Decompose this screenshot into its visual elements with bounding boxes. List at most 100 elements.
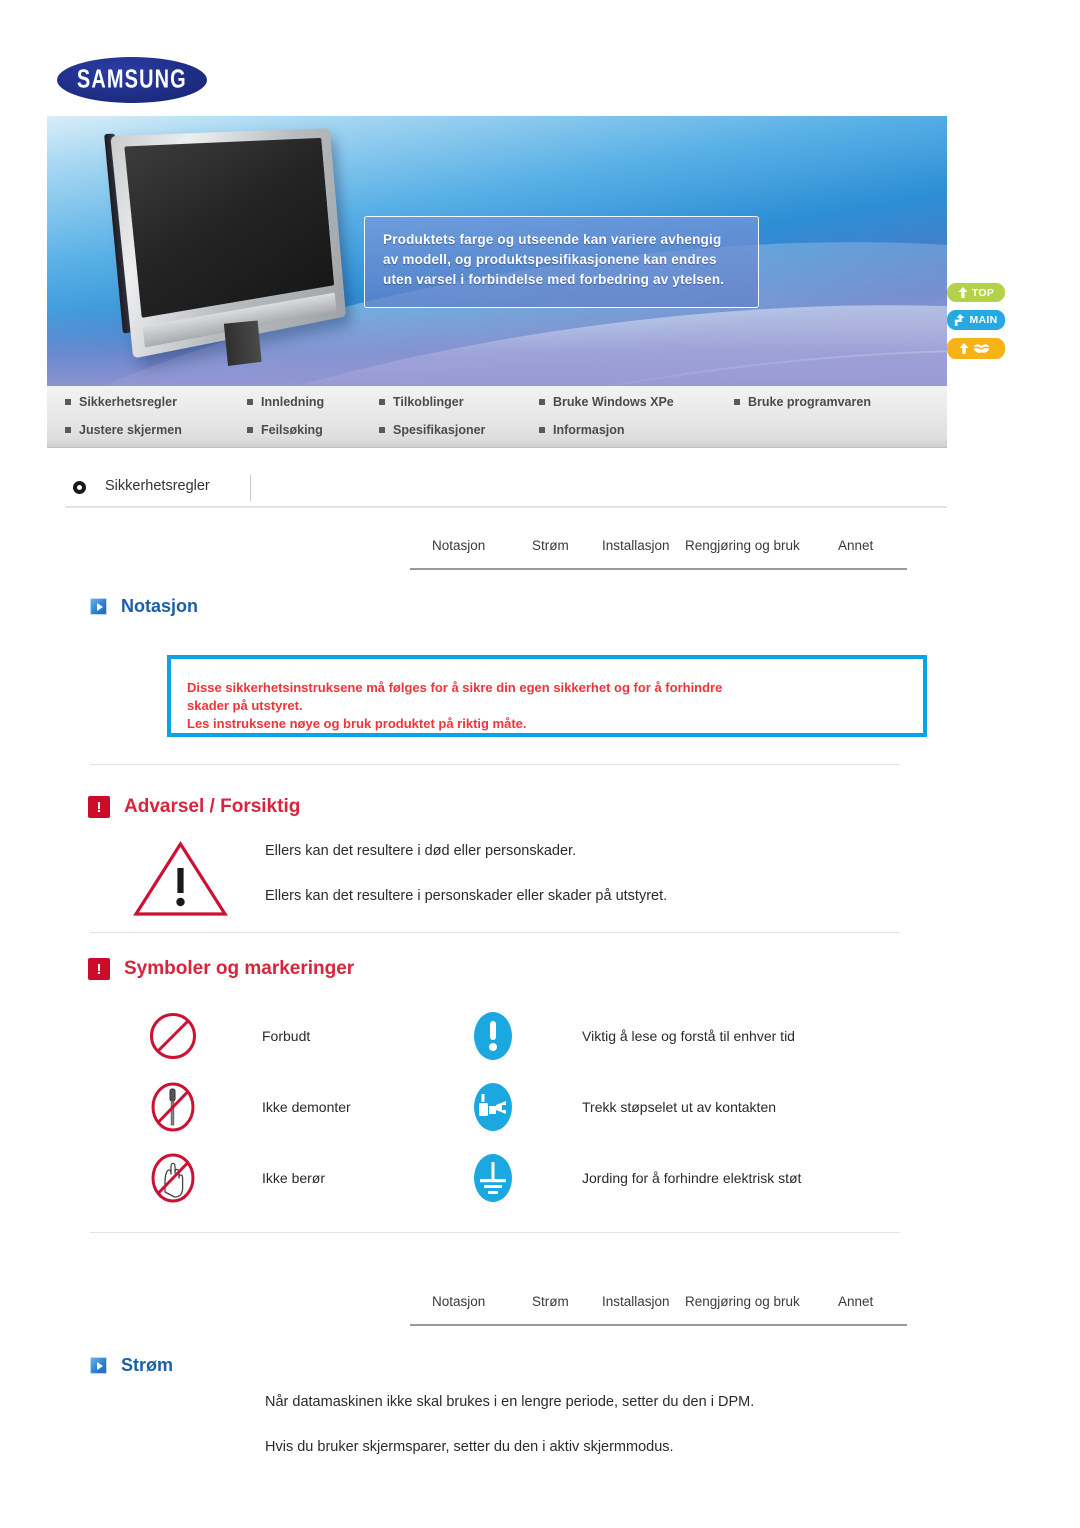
bullet-square-icon xyxy=(65,426,71,433)
hero-banner: Produktets farge og utseende kan variere… xyxy=(47,116,947,386)
logo-ellipse: SAMSUNG xyxy=(57,57,207,103)
info-exclamation-icon xyxy=(460,1010,526,1062)
tab-notasjon[interactable]: Notasjon xyxy=(432,1294,485,1309)
advarsel-line-2: Ellers kan det resultere i personskader … xyxy=(265,888,668,904)
menu-item-bruke-programvaren[interactable]: Bruke programvaren xyxy=(734,386,871,417)
logo-text: SAMSUNG xyxy=(77,65,187,94)
tab-annet[interactable]: Annet xyxy=(838,1294,873,1309)
blue-arrow-icon xyxy=(90,598,107,615)
no-touch-icon xyxy=(140,1152,206,1204)
advarsel-line-1: Ellers kan det resultere i død eller per… xyxy=(265,843,577,859)
symbol-row: Ikke demonter Trekk støpselet ut av kont… xyxy=(140,1071,930,1142)
blue-arrow-icon xyxy=(90,1357,107,1374)
top-button[interactable]: TOP xyxy=(947,283,1005,302)
warning-triangle-icon xyxy=(133,841,228,916)
unplug-icon xyxy=(460,1081,526,1133)
branch-arrow-icon xyxy=(955,314,965,326)
heading-text: Advarsel / Forsiktig xyxy=(124,796,301,817)
monitor-stand xyxy=(223,320,262,367)
advarsel-text-block: Ellers kan det resultere i død eller per… xyxy=(265,843,905,933)
menu-row-2: Justere skjermen Feilsøking Spesifikasjo… xyxy=(47,414,947,445)
warning-line-2: skader på utstyret. xyxy=(187,698,303,713)
symbol-label: Forbudt xyxy=(262,1027,311,1044)
section-divider xyxy=(90,932,900,933)
ground-icon xyxy=(460,1152,526,1204)
bullet-square-icon xyxy=(379,426,385,433)
heading-notasjon: Notasjon xyxy=(90,596,198,617)
symbol-label: Jording for å forhindre elektrisk støt xyxy=(582,1169,802,1186)
main-menu-bar: Sikkerhetsregler Innledning Tilkoblinger… xyxy=(47,386,947,448)
heading-text: Symboler og markeringer xyxy=(124,958,355,979)
tab-strom[interactable]: Strøm xyxy=(532,538,569,553)
symbol-cell: Forbudt xyxy=(140,1011,460,1061)
breadcrumb-divider xyxy=(250,475,251,501)
menu-label: Justere skjermen xyxy=(79,422,182,437)
top-button-label: TOP xyxy=(971,286,995,299)
menu-item-informasjon[interactable]: Informasjon xyxy=(539,414,625,445)
samsung-logo: SAMSUNG xyxy=(57,57,207,103)
symbol-cell: Ikke demonter xyxy=(140,1081,460,1133)
heading-symboler: ! Symboler og markeringer xyxy=(88,958,354,980)
page-title: Sikkerhetsregler xyxy=(105,478,210,494)
menu-label: Informasjon xyxy=(553,422,625,437)
monitor-screen xyxy=(124,137,335,318)
section-divider xyxy=(90,1232,900,1233)
main-button-label: MAIN xyxy=(969,314,998,326)
tab-installasjon[interactable]: Installasjon xyxy=(602,538,670,553)
menu-label: Spesifikasjoner xyxy=(393,422,486,437)
no-disassemble-icon xyxy=(140,1081,206,1133)
symbol-label: Ikke demonter xyxy=(262,1098,351,1115)
tabs-underline xyxy=(410,1324,907,1326)
bullet-square-icon xyxy=(65,398,71,405)
product-notice-box: Produktets farge og utseende kan variere… xyxy=(364,216,759,308)
strom-line-1: Når datamaskinen ikke skal brukes i en l… xyxy=(265,1394,755,1410)
strom-line-2: Hvis du bruker skjermsparer, setter du d… xyxy=(265,1439,674,1455)
menu-item-innledning[interactable]: Innledning xyxy=(247,386,324,417)
menu-item-sikkerhetsregler[interactable]: Sikkerhetsregler xyxy=(65,386,177,417)
heading-text: Notasjon xyxy=(121,596,199,616)
warning-line-3: Les instruksene nøye og bruk produktet p… xyxy=(187,716,527,731)
notice-line-1: Produktets farge og utseende kan variere… xyxy=(383,232,722,247)
menu-label: Tilkoblinger xyxy=(393,394,464,409)
strom-text-block: Når datamaskinen ikke skal brukes i en l… xyxy=(265,1394,965,1484)
menu-item-feilsoking[interactable]: Feilsøking xyxy=(247,414,323,445)
floating-nav-buttons: TOP MAIN xyxy=(947,283,1007,367)
ring-icon xyxy=(73,481,86,494)
bullet-square-icon xyxy=(539,426,545,433)
back-to-index-button[interactable] xyxy=(947,338,1005,359)
heading-text: Strøm xyxy=(121,1355,174,1375)
open-book-icon xyxy=(973,344,989,353)
symbol-legend-grid: Forbudt Viktig å lese og forstå til enhv… xyxy=(140,1000,930,1213)
tab-rengjoring-og-bruk[interactable]: Rengjøring og bruk xyxy=(685,538,800,553)
tab-annet[interactable]: Annet xyxy=(838,538,873,553)
tab-strom[interactable]: Strøm xyxy=(532,1294,569,1309)
menu-row-1: Sikkerhetsregler Innledning Tilkoblinger… xyxy=(47,386,947,417)
red-exclamation-icon: ! xyxy=(88,796,110,818)
tab-rengjoring-og-bruk[interactable]: Rengjøring og bruk xyxy=(685,1294,800,1309)
bullet-square-icon xyxy=(734,398,740,405)
section-divider xyxy=(90,764,900,765)
symbol-row: Ikke berør Jording for å forhindre elekt… xyxy=(140,1142,930,1213)
tabs-underline xyxy=(410,568,907,570)
bullet-square-icon xyxy=(539,398,545,405)
tab-installasjon[interactable]: Installasjon xyxy=(602,1294,670,1309)
heading-advarsel: ! Advarsel / Forsiktig xyxy=(88,796,300,818)
menu-label: Sikkerhetsregler xyxy=(79,394,177,409)
menu-label: Feilsøking xyxy=(261,422,323,437)
safety-warning-box: Disse sikkerhetsinstruksene må følges fo… xyxy=(167,655,927,737)
prohibited-icon xyxy=(140,1011,206,1061)
menu-item-spesifikasjoner[interactable]: Spesifikasjoner xyxy=(379,414,485,445)
heading-strom: Strøm xyxy=(90,1355,173,1376)
main-button[interactable]: MAIN xyxy=(947,310,1005,330)
up-arrow-icon xyxy=(959,343,968,354)
symbol-cell: Ikke berør xyxy=(140,1152,460,1204)
warning-line-1: Disse sikkerhetsinstruksene må følges fo… xyxy=(187,680,723,695)
menu-item-tilkoblinger[interactable]: Tilkoblinger xyxy=(379,386,464,417)
bullet-square-icon xyxy=(247,426,253,433)
symbol-label: Trekk støpselet ut av kontakten xyxy=(582,1098,777,1115)
menu-item-justere-skjermen[interactable]: Justere skjermen xyxy=(65,414,182,445)
section-tabs-bottom: Notasjon Strøm Installasjon Rengjøring o… xyxy=(410,1292,907,1326)
tab-notasjon[interactable]: Notasjon xyxy=(432,538,485,553)
symbol-row: Forbudt Viktig å lese og forstå til enhv… xyxy=(140,1000,930,1071)
menu-item-bruke-windows-xpe[interactable]: Bruke Windows XPe xyxy=(539,386,674,417)
